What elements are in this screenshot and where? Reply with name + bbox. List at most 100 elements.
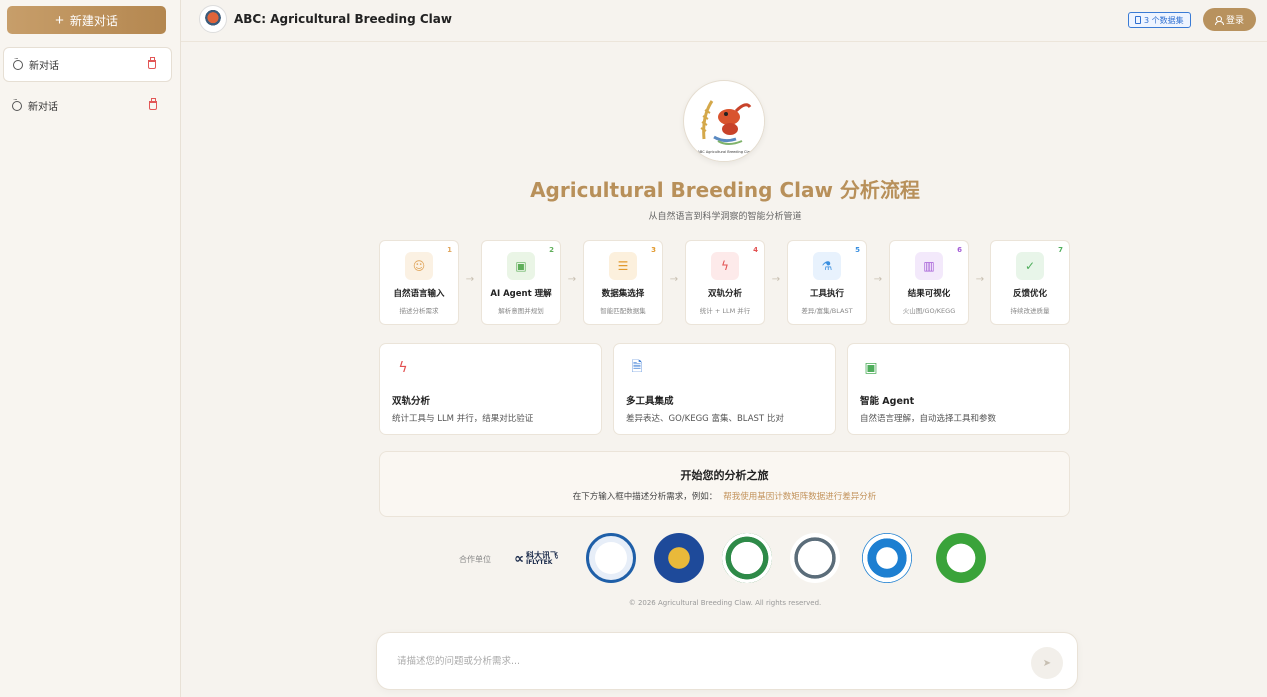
hero-subtitle: 从自然语言到科学洞察的智能分析管道 — [648, 212, 802, 222]
step-title: 自然语言输入 — [393, 289, 445, 299]
step-title: 数据集选择 — [601, 289, 645, 299]
step-title: 结果可视化 — [907, 289, 951, 299]
start-journey-panel: 开始您的分析之旅 在下方输入框中描述分析需求，例如： 帮我使用基因计数矩阵数据进行… — [379, 451, 1070, 517]
conversation-label: 新对话 — [28, 102, 58, 113]
chat-input[interactable] — [397, 651, 997, 671]
feature-title: 智能 Agent — [860, 396, 915, 407]
flask-icon: ⚗ — [813, 252, 841, 280]
chat-icon — [13, 55, 23, 70]
new-chat-label: 新建对话 — [69, 13, 118, 28]
database-icon: ☰ — [609, 252, 637, 280]
check-circle-icon: ✓ — [1016, 252, 1044, 280]
step-card: 7 ✓ 反馈优化 持续改进质量 — [990, 240, 1070, 325]
hero-title: Agricultural Breeding Claw 分析流程 — [530, 178, 920, 202]
trash-icon[interactable] — [149, 98, 157, 110]
step-card: 6 ▥ 结果可视化 火山图/GO/KEGG — [889, 240, 969, 325]
user-icon — [1214, 15, 1224, 25]
feature-desc: 差异表达、GO/KEGG 富集、BLAST 比对 — [626, 414, 784, 424]
send-button[interactable]: ➤ — [1031, 647, 1063, 679]
iflytek-en: IFLYTEK — [525, 559, 553, 566]
chat-icon: ☺ — [405, 252, 433, 280]
step-title: 双轨分析 — [707, 289, 742, 299]
step-desc: 持续改进质量 — [1010, 307, 1050, 315]
robot-icon: ▣ — [507, 252, 535, 280]
step-card: 1 ☺ 自然语言输入 描述分析需求 — [379, 240, 459, 325]
feature-desc: 自然语言理解，自动选择工具和参数 — [860, 414, 997, 424]
step-number: 1 — [447, 246, 452, 254]
feature-title: 双轨分析 — [392, 396, 431, 407]
step-title: 反馈优化 — [1012, 289, 1047, 299]
feature-card-multi-tool: 🗎 多工具集成 差异表达、GO/KEGG 富集、BLAST 比对 — [613, 343, 836, 435]
hero-logo-text: ABC Agricultural Breeding Claw — [698, 150, 753, 154]
start-title: 开始您的分析之旅 — [680, 469, 769, 482]
copyright: © 2026 Agricultural Breeding Claw. All r… — [628, 599, 822, 607]
partner-seal-3-icon — [722, 533, 772, 583]
top-header: ABC: Agricultural Breeding Claw 3 个数据集 登… — [181, 0, 1267, 42]
start-prompt: 在下方输入框中描述分析需求，例如： — [572, 492, 718, 502]
dataset-badge[interactable]: 3 个数据集 — [1128, 12, 1191, 28]
partner-seal-6-icon — [936, 533, 986, 583]
step-card: 3 ☰ 数据集选择 智能匹配数据集 — [583, 240, 663, 325]
app-logo — [199, 5, 227, 33]
step-number: 4 — [753, 246, 758, 254]
step-card: 5 ⚗ 工具执行 差异/富集/BLAST — [787, 240, 867, 325]
send-icon: ➤ — [1042, 657, 1052, 669]
step-desc: 解析意图并规划 — [498, 307, 544, 315]
step-desc: 描述分析需求 — [399, 307, 439, 315]
crayfish-wheat-logo-icon: ABC Agricultural Breeding Claw — [685, 82, 764, 161]
conversation-item[interactable]: 新对话 — [3, 47, 172, 82]
conversation-item[interactable]: 新对话 — [3, 88, 172, 123]
trash-icon[interactable] — [148, 57, 156, 69]
login-label: 登录 — [1225, 16, 1244, 26]
step-title: AI Agent 理解 — [490, 289, 552, 299]
lightning-icon: ϟ — [398, 360, 408, 376]
arrow-right-icon: → — [669, 274, 679, 285]
step-number: 5 — [855, 246, 860, 254]
arrow-right-icon: → — [465, 274, 475, 285]
partner-seal-4-icon — [790, 533, 840, 583]
step-number: 2 — [549, 246, 554, 254]
partner-seal-1-icon — [586, 533, 636, 583]
chat-input-box: ➤ — [376, 632, 1078, 690]
iflytek-mark-icon: ∝ — [514, 551, 524, 567]
arrow-right-icon: → — [873, 274, 883, 285]
step-number: 3 — [651, 246, 656, 254]
iflytek-logo: ∝ 科大讯飞 IFLYTEK — [514, 549, 574, 569]
step-card: 4 ϟ 双轨分析 统计 + LLM 并行 — [685, 240, 765, 325]
feature-card-dual-track: ϟ 双轨分析 统计工具与 LLM 并行，结果对比验证 — [379, 343, 602, 435]
partners-label: 合作单位 — [459, 555, 491, 564]
step-title: 工具执行 — [809, 289, 844, 299]
hero-logo: ABC Agricultural Breeding Claw — [683, 80, 765, 162]
arrow-right-icon: → — [975, 274, 985, 285]
arrow-right-icon: → — [771, 274, 781, 285]
feature-card-smart-agent: ▣ 智能 Agent 自然语言理解，自动选择工具和参数 — [847, 343, 1070, 435]
partner-seal-5-icon — [862, 533, 912, 583]
conversation-label: 新对话 — [29, 61, 59, 72]
step-desc: 差异/富集/BLAST — [801, 307, 853, 315]
step-number: 6 — [957, 246, 962, 254]
login-button[interactable]: 登录 — [1203, 8, 1256, 31]
step-desc: 统计 + LLM 并行 — [699, 307, 751, 315]
document-icon — [1135, 16, 1141, 24]
workflow-steps: 1 ☺ 自然语言输入 描述分析需求 → 2 ▣ AI Agent 理解 解析意图… — [379, 240, 1070, 325]
app-title: ABC: Agricultural Breeding Claw — [234, 12, 452, 26]
step-desc: 火山图/GO/KEGG — [902, 307, 956, 315]
chat-icon — [12, 96, 22, 111]
step-desc: 智能匹配数据集 — [600, 307, 646, 315]
robot-icon: ▣ — [864, 360, 878, 376]
feature-desc: 统计工具与 LLM 并行，结果对比验证 — [392, 414, 534, 424]
dataset-badge-label: 3 个数据集 — [1144, 15, 1184, 25]
plus-icon: + — [55, 11, 64, 29]
start-subtitle: 在下方输入框中描述分析需求，例如： 帮我使用基因计数矩阵数据进行差异分析 — [380, 490, 1069, 502]
step-card: 2 ▣ AI Agent 理解 解析意图并规划 — [481, 240, 561, 325]
feature-title: 多工具集成 — [626, 396, 674, 407]
arrow-right-icon: → — [567, 274, 577, 285]
step-number: 7 — [1058, 246, 1063, 254]
partner-seal-2-icon — [654, 533, 704, 583]
sidebar: + 新建对话 新对话 新对话 — [0, 0, 181, 697]
chart-icon: ▥ — [915, 252, 943, 280]
new-chat-button[interactable]: + 新建对话 — [7, 6, 166, 34]
example-query-link[interactable]: 帮我使用基因计数矩阵数据进行差异分析 — [723, 492, 876, 502]
file-search-icon: 🗎 — [631, 359, 643, 375]
lightning-icon: ϟ — [711, 252, 739, 280]
